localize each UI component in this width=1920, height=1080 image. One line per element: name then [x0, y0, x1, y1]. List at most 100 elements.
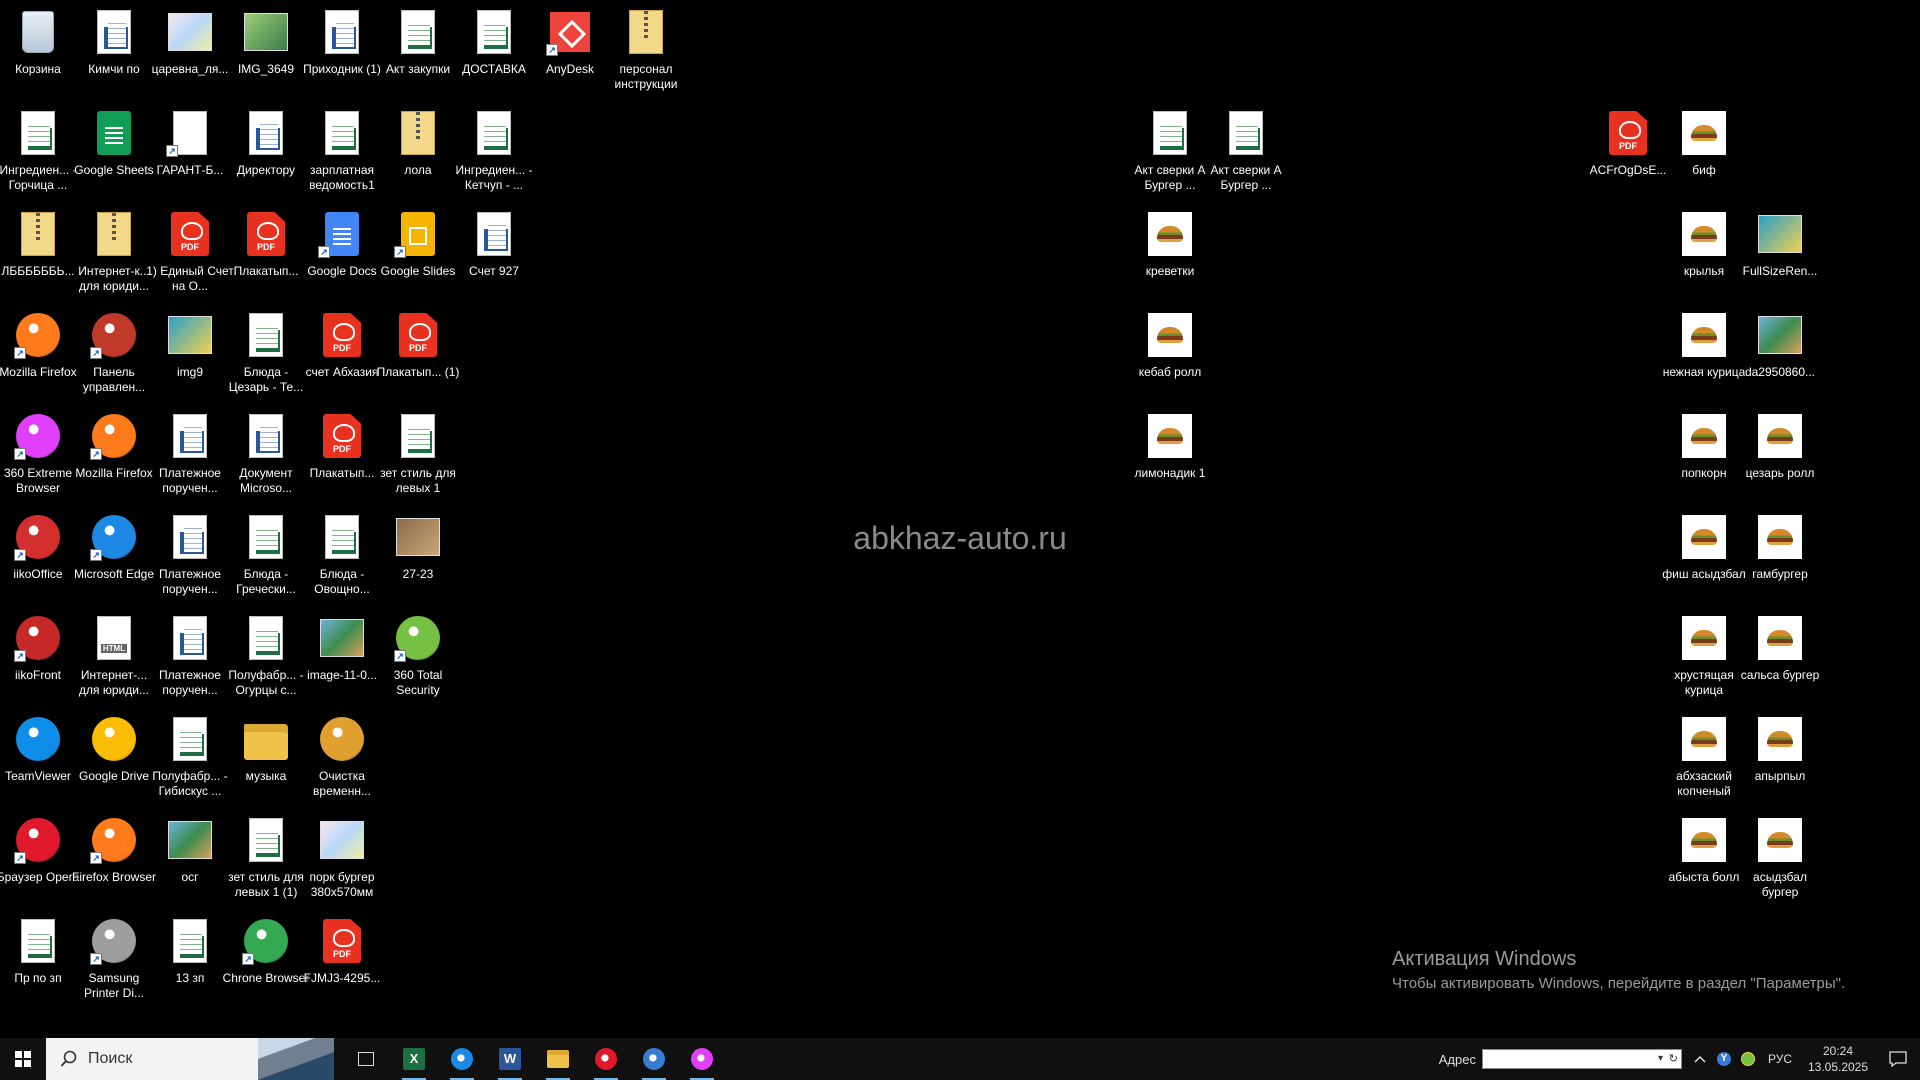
desktop-icon-label: Ингредиен... - Кетчуп - ...: [455, 163, 533, 192]
wallpaper-watermark: abkhaz-auto.ru: [853, 520, 1067, 556]
start-button[interactable]: [0, 1038, 46, 1080]
notification-icon: [1889, 1051, 1907, 1067]
desktop-icon[interactable]: Плакатып... (1): [373, 303, 463, 399]
image-file-icon: [1756, 210, 1804, 258]
input-language-indicator[interactable]: РУС: [1760, 1052, 1800, 1066]
printer-icon: ↗: [90, 917, 138, 965]
shortcut-arrow-icon: ↗: [90, 347, 102, 359]
shortcut-arrow-icon: ↗: [394, 650, 406, 662]
desktop-icon[interactable]: X Ингредиен... - Кетчуп - ...: [449, 101, 539, 197]
desktop-icon-label: da2950860...: [1744, 365, 1816, 379]
excel-spreadsheet-icon: X: [242, 311, 290, 359]
desktop-icon[interactable]: W Счет 927: [449, 202, 539, 298]
anydesk-icon: ↗: [546, 8, 594, 56]
desktop-icon[interactable]: ↗ 360 Total Security: [373, 606, 463, 702]
clock-date: 13.05.2025: [1807, 1060, 1869, 1074]
chevron-down-icon[interactable]: ▾: [1658, 1053, 1663, 1064]
desktop-icon[interactable]: биф: [1659, 101, 1749, 197]
image-file-icon: [318, 614, 366, 662]
shortcut-arrow-icon: ↗: [394, 246, 406, 258]
chevron-up-icon: [1694, 1055, 1706, 1063]
opera-taskbar-button[interactable]: [582, 1038, 630, 1080]
360-security-icon: ↗: [394, 614, 442, 662]
food-image-icon: [1756, 816, 1804, 864]
shortcut-arrow-icon: ↗: [546, 44, 558, 56]
desktop-icon[interactable]: FJMJ3-4295...: [297, 909, 387, 1005]
firefox-icon: ↗: [14, 311, 62, 359]
google-docs-icon: ↗: [318, 210, 366, 258]
food-image-icon: [1680, 311, 1728, 359]
html-file-icon: [90, 614, 138, 662]
desktop-icon-label: зет стиль для левых 1: [380, 466, 456, 495]
desktop-icon-label: Акт сверки А Бургер ...: [1210, 163, 1282, 192]
desktop-icon[interactable]: X Акт сверки А Бургер ...: [1201, 101, 1291, 197]
desktop-icon[interactable]: сальса бургер: [1735, 606, 1825, 702]
desktop-icon[interactable]: кебаб ролл: [1125, 303, 1215, 399]
360-security-tray-icon[interactable]: [1736, 1038, 1760, 1080]
image-file-icon: [318, 816, 366, 864]
control-panel-icon: ↗: [90, 311, 138, 359]
food-image-icon: [1680, 412, 1728, 460]
word-document-icon: W: [90, 8, 138, 56]
desktop-icon[interactable]: da2950860...: [1735, 303, 1825, 399]
desktop-icon-label: цезарь ролл: [1745, 466, 1815, 480]
excel-taskbar-button[interactable]: X: [390, 1038, 438, 1080]
task-view-button[interactable]: [342, 1038, 390, 1080]
action-center-button[interactable]: [1876, 1038, 1920, 1080]
shortcut-arrow-icon: ↗: [242, 953, 254, 965]
address-input[interactable]: [1482, 1050, 1649, 1068]
opera-taskbar-icon: [595, 1048, 617, 1070]
desktop-icon[interactable]: Очистка временн...: [297, 707, 387, 803]
desktop-icon-label: Счет 927: [469, 264, 519, 278]
desktop-icon-label: порк бургер 380x570мм: [309, 870, 375, 899]
excel-spreadsheet-icon: X: [470, 109, 518, 157]
clock[interactable]: 20:24 13.05.2025: [1800, 1043, 1876, 1075]
desktop-icon[interactable]: Xзет стиль для левых 1: [373, 404, 463, 500]
task-view-icon: [358, 1052, 374, 1066]
file-explorer-taskbar-button[interactable]: [534, 1038, 582, 1080]
shortcut-arrow-icon: ↗: [166, 145, 178, 157]
archive-file-icon: [90, 210, 138, 258]
edge-taskbar-button[interactable]: [438, 1038, 486, 1080]
refresh-icon[interactable]: ↻: [1669, 1052, 1678, 1065]
excel-spreadsheet-icon: X: [1146, 109, 1194, 157]
desktop-icon[interactable]: апырпыл: [1735, 707, 1825, 803]
blank-file-icon: ↗: [166, 109, 214, 157]
pdf-file-icon: [1604, 109, 1652, 157]
desktop-icon[interactable]: асыдзбал бургер: [1735, 808, 1825, 904]
recycle-bin-icon: [14, 8, 62, 56]
word-taskbar-button[interactable]: W: [486, 1038, 534, 1080]
desktop-icon-label: Очистка временн...: [313, 769, 371, 798]
desktop-icon[interactable]: лимонадик 1: [1125, 404, 1215, 500]
desktop-icon[interactable]: цезарь ролл: [1735, 404, 1825, 500]
image-file-icon: [166, 8, 214, 56]
desktop-icon-label: сальса бургер: [1740, 668, 1820, 682]
desktop-icon[interactable]: порк бургер 380x570мм: [297, 808, 387, 904]
activation-title: Активация Windows: [1392, 948, 1577, 970]
food-image-icon: [1756, 715, 1804, 763]
taskbar-search-box[interactable]: Поиск: [46, 1038, 334, 1080]
desktop-icon[interactable]: FullSizeRen...: [1735, 202, 1825, 298]
word-document-icon: W: [318, 8, 366, 56]
desktop: Корзина W Кимчи по царевна_ля... IMG_3649 W Пр…: [0, 0, 1920, 1038]
system-tray: Адрес ▾ ↻ Y РУС 20:24 13.05.2025: [1439, 1038, 1920, 1080]
archive-file-icon: [14, 210, 62, 258]
pdf-file-icon: [318, 311, 366, 359]
food-image-icon: [1680, 816, 1728, 864]
image-file-icon: [166, 816, 214, 864]
desktop-icon-label: биф: [1692, 163, 1716, 177]
show-hidden-icons-button[interactable]: [1688, 1038, 1712, 1080]
food-image-icon: [1756, 614, 1804, 662]
360-browser-taskbar-button[interactable]: [678, 1038, 726, 1080]
desktop-icon[interactable]: креветки: [1125, 202, 1215, 298]
taskbar: Поиск X W Адрес ▾ ↻ Y РУС 20:24 13.05.202…: [0, 1038, 1920, 1080]
archive-file-icon: [394, 109, 442, 157]
desktop-icon-label: персонал инструкции: [614, 62, 678, 91]
desktop-icon[interactable]: персонал инструкции: [601, 0, 691, 96]
chrome-icon: ↗: [242, 917, 290, 965]
desktop-icon-label: кебаб ролл: [1138, 365, 1202, 379]
iikofront-icon: ↗: [14, 614, 62, 662]
yandex-browser-taskbar-button[interactable]: [630, 1038, 678, 1080]
yandex-tray-icon[interactable]: Y: [1712, 1038, 1736, 1080]
pdf-file-icon: [318, 412, 366, 460]
